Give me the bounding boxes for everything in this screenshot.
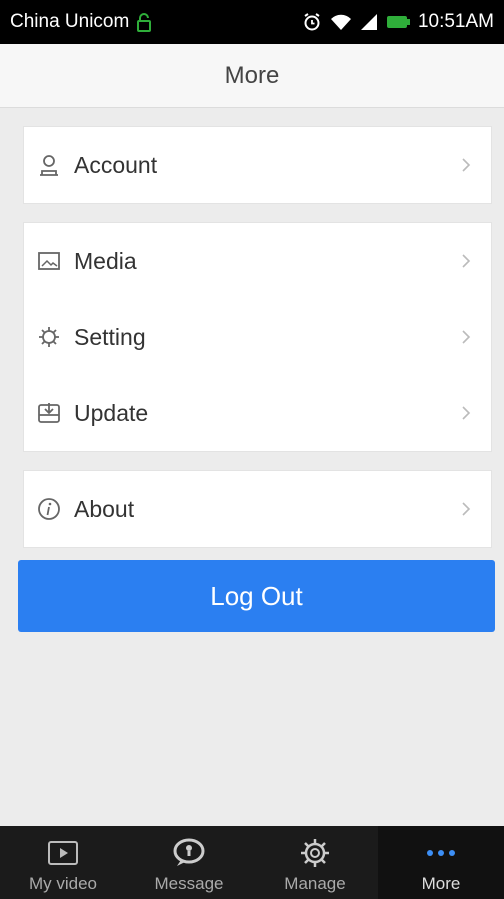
tab-label: Message [154,874,224,893]
gear-icon [36,324,62,350]
logout-button[interactable]: Log Out [18,560,495,632]
signal-icon [360,13,378,31]
clock-time: 10:51AM [417,11,494,32]
battery-icon [386,14,410,30]
chevron-right-icon [459,327,473,347]
wifi-icon [330,13,352,31]
chevron-right-icon [459,403,473,423]
menu-item-label: Update [74,399,149,426]
menu-item-media[interactable]: Media [24,223,491,299]
more-dots-icon [424,836,458,870]
bottom-tab-bar: My video Message Manage More [0,826,504,899]
page-header: More [0,44,504,108]
tab-label: More [421,874,461,893]
tab-label: Manage [284,874,346,893]
chevron-right-icon [459,155,473,175]
manage-gear-icon [299,836,331,870]
menu-group-account: Account [23,126,492,204]
chevron-right-icon [459,251,473,271]
alarm-icon [302,12,322,32]
menu-item-label: Account [74,151,158,178]
carrier-name: China Unicom [10,11,130,32]
user-icon [36,152,62,178]
status-right: 10:51AM [302,11,494,33]
message-icon [172,836,206,870]
tab-label: My video [28,874,98,893]
status-bar: China Unicom 10:51AM [0,0,504,44]
lock-icon [137,12,152,32]
menu-item-label: About [74,495,135,522]
chevron-right-icon [459,499,473,519]
menu-group-about: About [23,470,492,548]
info-icon [36,496,62,522]
menu-item-about[interactable]: About [24,471,491,547]
menu-item-account[interactable]: Account [24,127,491,203]
tab-manage[interactable]: Manage [252,826,378,899]
menu-item-update[interactable]: Update [24,375,491,451]
menu-group-tools: Media Setting Update [23,222,492,452]
tab-my-video[interactable]: My video [0,826,126,899]
tab-message[interactable]: Message [126,826,252,899]
video-icon [46,836,80,870]
page-title: More [224,61,280,89]
image-icon [36,248,62,274]
menu-item-setting[interactable]: Setting [24,299,491,375]
tab-more[interactable]: More [378,826,504,899]
menu-item-label: Setting [74,323,146,350]
menu-item-label: Media [74,247,137,274]
status-left: China Unicom [10,11,152,33]
download-icon [36,400,62,426]
